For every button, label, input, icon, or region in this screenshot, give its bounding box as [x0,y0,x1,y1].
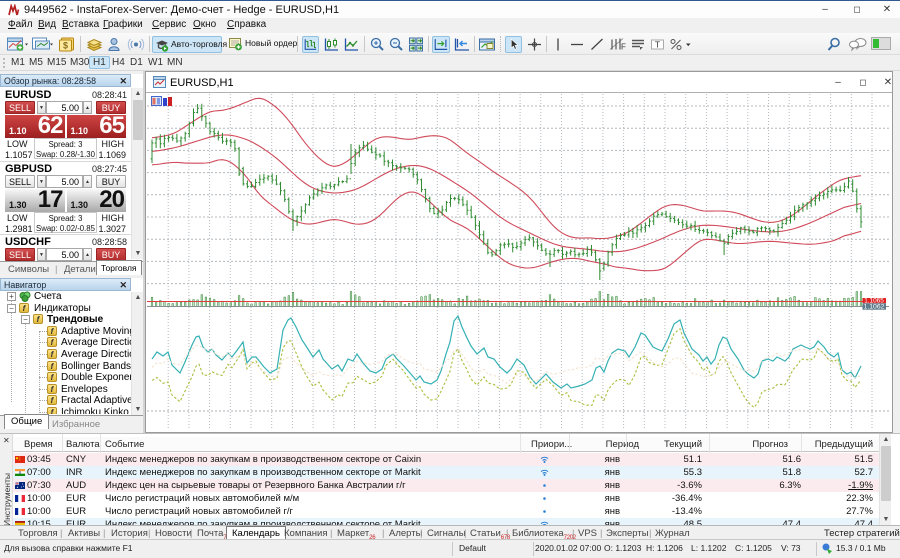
svg-text:$: $ [63,41,68,51]
svg-text:1.1062: 1.1062 [864,304,885,311]
svg-text:T: T [655,40,660,50]
svg-text:F: F [621,43,626,52]
